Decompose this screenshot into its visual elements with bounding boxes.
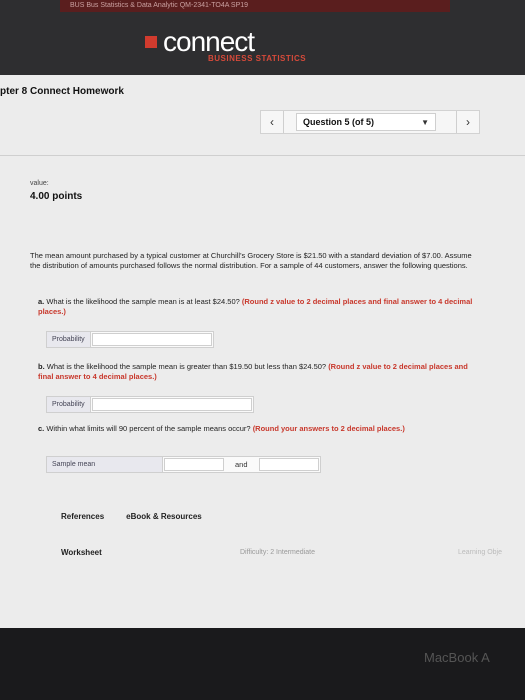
question-select[interactable]: Question 5 (of 5) ▼ bbox=[296, 113, 436, 131]
part-b-field-label: Probability bbox=[47, 397, 91, 412]
difficulty-label: Difficulty: 2 Intermediate bbox=[240, 549, 315, 556]
next-question-button[interactable]: › bbox=[456, 111, 479, 133]
value-label: value: bbox=[30, 180, 49, 187]
question-body: The mean amount purchased by a typical c… bbox=[30, 251, 472, 270]
learning-objective-label: Learning Obje bbox=[458, 549, 502, 556]
part-c-question: Within what limits will 90 percent of th… bbox=[46, 424, 253, 433]
part-b-text: b. What is the likelihood the sample mea… bbox=[38, 362, 483, 382]
screen: BUS Bus Statistics & Data Analytic QM-23… bbox=[0, 0, 525, 628]
part-b-answer-row: Probability bbox=[46, 396, 254, 413]
part-a-answer-row: Probability bbox=[46, 331, 214, 348]
ebook-resources-link[interactable]: eBook & Resources bbox=[126, 512, 202, 521]
part-c-field-label: Sample mean bbox=[47, 457, 163, 472]
chevron-right-icon: › bbox=[466, 115, 470, 129]
part-a-field-label: Probability bbox=[47, 332, 91, 347]
part-a-question: What is the likelihood the sample mean i… bbox=[46, 297, 242, 306]
question-navigator: ‹ Question 5 (of 5) ▼ › bbox=[260, 110, 480, 134]
part-c-instruction: (Round your answers to 2 decimal places.… bbox=[252, 424, 405, 433]
part-c-upper-input[interactable] bbox=[258, 458, 319, 471]
macbook-label: MacBook A bbox=[424, 650, 490, 665]
top-bar: BUS Bus Statistics & Data Analytic QM-23… bbox=[0, 0, 525, 75]
browser-tab[interactable]: BUS Bus Statistics & Data Analytic QM-23… bbox=[60, 0, 450, 12]
worksheet-button[interactable]: Worksheet bbox=[61, 548, 102, 557]
chevron-left-icon: ‹ bbox=[270, 115, 274, 129]
question-select-label: Question 5 (of 5) bbox=[303, 117, 375, 127]
part-a-probability-input[interactable] bbox=[91, 333, 212, 346]
part-b-probability-input[interactable] bbox=[91, 398, 252, 411]
logo-subtitle: BUSINESS STATISTICS bbox=[208, 54, 307, 63]
prev-question-button[interactable]: ‹ bbox=[261, 111, 284, 133]
logo-square-icon bbox=[145, 36, 157, 48]
worksheet-row: Worksheet Difficulty: 2 Intermediate Lea… bbox=[0, 537, 525, 567]
caret-down-icon: ▼ bbox=[421, 117, 429, 127]
references-row: References eBook & Resources bbox=[61, 512, 202, 521]
part-c-and-label: and bbox=[235, 460, 248, 469]
part-a-text: a. What is the likelihood the sample mea… bbox=[38, 297, 483, 317]
points-value: 4.00 points bbox=[30, 191, 83, 202]
part-c-answer-row: Sample mean and bbox=[46, 456, 321, 473]
assignment-title: pter 8 Connect Homework bbox=[0, 86, 124, 97]
part-c-lower-input[interactable] bbox=[164, 458, 224, 471]
logo-text: connect bbox=[163, 26, 255, 57]
connect-logo: connect bbox=[145, 26, 255, 57]
divider bbox=[0, 155, 525, 156]
references-button[interactable]: References bbox=[61, 512, 104, 521]
part-b-question: What is the likelihood the sample mean i… bbox=[46, 362, 329, 371]
part-c-text: c. Within what limits will 90 percent of… bbox=[38, 424, 483, 434]
part-b-prefix: b. bbox=[38, 362, 47, 371]
